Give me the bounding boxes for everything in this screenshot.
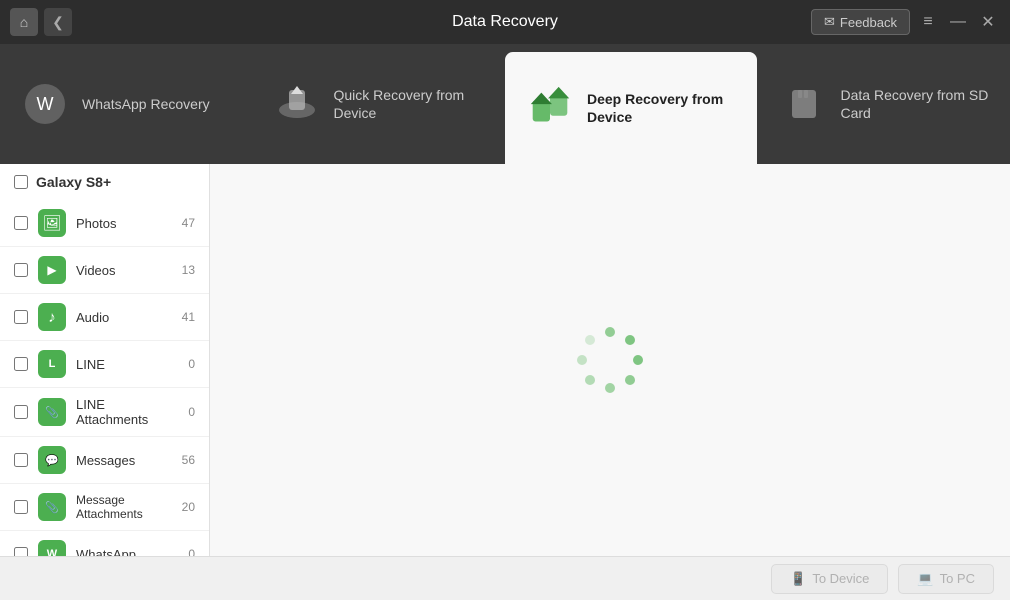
home-icon: ⌂ [20, 14, 28, 30]
close-button[interactable]: ✕ [976, 10, 1000, 34]
quick-recovery-icon [272, 79, 322, 129]
deep-recovery-icon [525, 83, 575, 133]
line-attachments-count: 0 [188, 405, 195, 419]
select-all-checkbox[interactable] [14, 175, 28, 189]
tab-whatsapp-label: WhatsApp Recovery [82, 95, 210, 113]
tab-deep-recovery[interactable]: Deep Recovery from Device [505, 52, 757, 164]
minimize-button[interactable]: — [946, 10, 970, 34]
whatsapp-checkbox[interactable] [14, 547, 28, 556]
sidebar-item-message-attachments[interactable]: 📎 Message Attachments 20 [0, 484, 209, 531]
email-icon: ✉ [824, 14, 835, 30]
tab-bar: W WhatsApp Recovery Quick Recovery from … [0, 44, 1010, 164]
line-attachments-label: LINE Attachments [76, 397, 178, 427]
to-pc-button[interactable]: 💻 To PC [898, 564, 994, 594]
menu-button[interactable]: ≡ [916, 10, 940, 34]
tab-quick-recovery-label: Quick Recovery from Device [334, 86, 484, 122]
audio-checkbox[interactable] [14, 310, 28, 324]
title-bar-right: ✉ Feedback ≡ — ✕ [811, 9, 1000, 35]
sidebar-item-audio[interactable]: ♪ Audio 41 [0, 294, 209, 341]
videos-icon: ▶ [38, 256, 66, 284]
sidebar: Galaxy S8+ 🖼 Photos 47 ▶ Videos 13 ♪ Aud… [0, 164, 210, 556]
home-button[interactable]: ⌂ [10, 8, 38, 36]
to-device-button[interactable]: 📱 To Device [771, 564, 888, 594]
photos-checkbox[interactable] [14, 216, 28, 230]
whatsapp-label: WhatsApp [76, 547, 178, 557]
svg-text:W: W [37, 94, 54, 114]
videos-checkbox[interactable] [14, 263, 28, 277]
sidebar-item-messages[interactable]: 💬 Messages 56 [0, 437, 209, 484]
whatsapp-icon: W [38, 540, 66, 556]
message-attachments-count: 20 [182, 500, 195, 514]
sidebar-item-line-attachments[interactable]: 📎 LINE Attachments 0 [0, 388, 209, 437]
messages-count: 56 [182, 453, 195, 467]
sidebar-item-line[interactable]: L LINE 0 [0, 341, 209, 388]
tab-sdcard-recovery-label: Data Recovery from SD Card [841, 86, 991, 122]
line-icon: L [38, 350, 66, 378]
photos-icon: 🖼 [38, 209, 66, 237]
videos-label: Videos [76, 263, 172, 278]
photos-count: 47 [182, 216, 195, 230]
line-attachments-icon: 📎 [38, 398, 66, 426]
audio-count: 41 [182, 310, 195, 324]
main-content: Galaxy S8+ 🖼 Photos 47 ▶ Videos 13 ♪ Aud… [0, 164, 1010, 556]
to-device-icon: 📱 [790, 571, 806, 587]
whatsapp-count: 0 [188, 547, 195, 556]
message-attachments-checkbox[interactable] [14, 500, 28, 514]
loading-spinner [570, 320, 650, 400]
sidebar-item-photos[interactable]: 🖼 Photos 47 [0, 200, 209, 247]
whatsapp-recovery-icon: W [20, 79, 70, 129]
message-attachments-icon: 📎 [38, 493, 66, 521]
sidebar-header: Galaxy S8+ [0, 164, 209, 200]
title-bar-left: ⌂ ❮ [10, 8, 72, 36]
to-pc-icon: 💻 [917, 571, 933, 587]
line-count: 0 [188, 357, 195, 371]
message-attachments-label: Message Attachments [76, 493, 172, 521]
sidebar-item-videos[interactable]: ▶ Videos 13 [0, 247, 209, 294]
back-icon: ❮ [52, 14, 64, 31]
audio-label: Audio [76, 310, 172, 325]
tab-sdcard-recovery[interactable]: Data Recovery from SD Card [759, 44, 1010, 164]
messages-icon: 💬 [38, 446, 66, 474]
line-checkbox[interactable] [14, 357, 28, 371]
bottom-bar: 📱 To Device 💻 To PC [0, 556, 1010, 600]
center-area [210, 164, 1010, 556]
title-bar: ⌂ ❮ Data Recovery ✉ Feedback ≡ — ✕ [0, 0, 1010, 44]
messages-label: Messages [76, 453, 172, 468]
audio-icon: ♪ [38, 303, 66, 331]
sdcard-recovery-icon [779, 79, 829, 129]
line-label: LINE [76, 357, 178, 372]
videos-count: 13 [182, 263, 195, 277]
back-button[interactable]: ❮ [44, 8, 72, 36]
messages-checkbox[interactable] [14, 453, 28, 467]
photos-label: Photos [76, 216, 172, 231]
device-name: Galaxy S8+ [36, 174, 111, 190]
line-attachments-checkbox[interactable] [14, 405, 28, 419]
tab-quick-recovery[interactable]: Quick Recovery from Device [252, 44, 504, 164]
spinner-svg [570, 320, 650, 400]
app-title: Data Recovery [452, 13, 558, 31]
feedback-button[interactable]: ✉ Feedback [811, 9, 910, 35]
tab-whatsapp[interactable]: W WhatsApp Recovery [0, 44, 252, 164]
tab-deep-recovery-label: Deep Recovery from Device [587, 90, 737, 126]
sidebar-item-whatsapp[interactable]: W WhatsApp 0 [0, 531, 209, 556]
